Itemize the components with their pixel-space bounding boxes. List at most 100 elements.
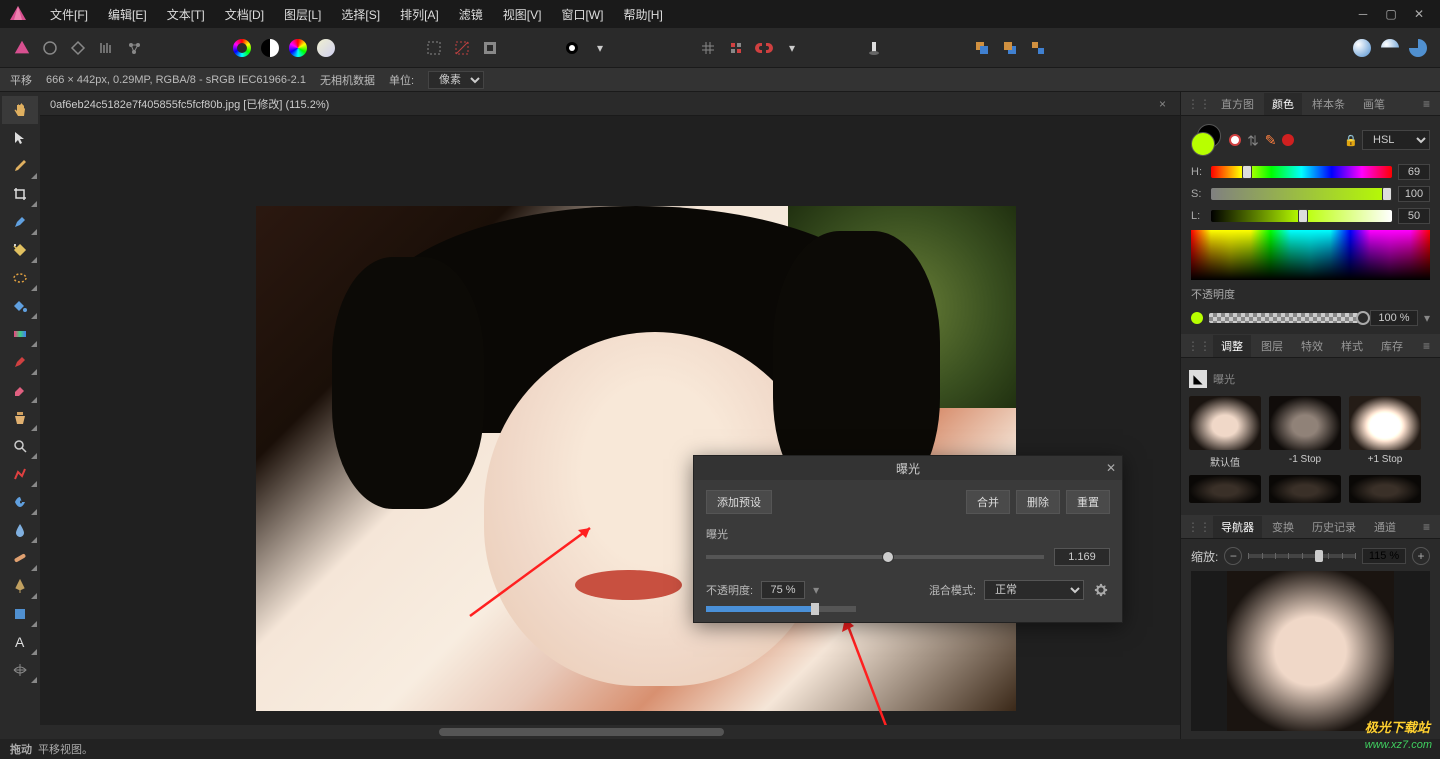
paint-brush-tool[interactable]: [2, 348, 38, 376]
persona-develop-icon[interactable]: [66, 36, 90, 60]
opacity-slider[interactable]: [1209, 313, 1364, 323]
tab-effects[interactable]: 特效: [1293, 335, 1331, 357]
crop-tool[interactable]: [2, 180, 38, 208]
color-spectrum[interactable]: [1191, 230, 1430, 280]
pixel-grid-icon[interactable]: [724, 36, 748, 60]
zoom-out-button[interactable]: −: [1224, 547, 1242, 565]
reset-button[interactable]: 重置: [1066, 490, 1110, 514]
auto-levels-icon[interactable]: [230, 36, 254, 60]
tab-navigator[interactable]: 导航器: [1213, 516, 1262, 538]
pen-tool[interactable]: [2, 572, 38, 600]
marquee-tool[interactable]: [2, 264, 38, 292]
clone-tool[interactable]: [2, 404, 38, 432]
hand-tool[interactable]: [2, 96, 38, 124]
add-circle-icon[interactable]: [1350, 36, 1374, 60]
exposure-value[interactable]: [1054, 548, 1110, 566]
dialog-titlebar[interactable]: 曝光 ✕: [694, 456, 1122, 480]
sat-slider[interactable]: [1211, 188, 1392, 200]
color-picker-tool[interactable]: [2, 152, 38, 180]
intersect-circle-icon[interactable]: [1406, 36, 1430, 60]
tab-stock[interactable]: 库存: [1373, 335, 1411, 357]
tab-transform[interactable]: 变换: [1264, 516, 1302, 538]
panel-menu-icon-2[interactable]: ≡: [1419, 339, 1434, 353]
menu-window[interactable]: 窗口[W]: [551, 2, 613, 27]
menu-view[interactable]: 视图[V]: [493, 2, 552, 27]
preset-plus-1[interactable]: +1 Stop: [1349, 396, 1421, 469]
tab-histogram[interactable]: 直方图: [1213, 93, 1262, 115]
dodge-tool[interactable]: [2, 488, 38, 516]
navigator-thumbnail[interactable]: [1191, 571, 1430, 731]
menu-arrange[interactable]: 排列[A]: [390, 2, 449, 27]
auto-contrast-icon[interactable]: [258, 36, 282, 60]
blend-mode-select[interactable]: 正常: [984, 580, 1084, 600]
zoom-value[interactable]: [1362, 548, 1406, 564]
minimize-button[interactable]: ─: [1356, 7, 1370, 21]
swap-colors-icon[interactable]: ⇄: [1244, 134, 1261, 146]
subtract-circle-icon[interactable]: [1378, 36, 1402, 60]
preset-extra-2[interactable]: [1269, 475, 1341, 507]
exposure-dialog[interactable]: 曝光 ✕ 添加预设 合并 删除 重置 曝光 不透明度: ▾ 混合模式: 正常: [693, 455, 1123, 623]
flood-fill-tool[interactable]: [2, 292, 38, 320]
inpainting-tool[interactable]: [2, 460, 38, 488]
delete-button[interactable]: 删除: [1016, 490, 1060, 514]
eyedropper-icon[interactable]: ✎: [1265, 132, 1277, 149]
text-tool[interactable]: A: [2, 628, 38, 656]
opacity-dropdown-icon[interactable]: ▾: [1424, 311, 1430, 325]
tab-styles[interactable]: 样式: [1333, 335, 1371, 357]
close-button[interactable]: ✕: [1412, 7, 1426, 21]
tab-history[interactable]: 历史记录: [1304, 516, 1364, 538]
exposure-slider[interactable]: [706, 555, 1044, 559]
dialog-gear-icon[interactable]: [1092, 581, 1110, 599]
arrange-front-icon[interactable]: [998, 36, 1022, 60]
arrange-back-icon[interactable]: [970, 36, 994, 60]
panel-menu-icon-3[interactable]: ≡: [1419, 520, 1434, 534]
menu-layer[interactable]: 图层[L]: [274, 2, 331, 27]
nocolor-icon[interactable]: [1229, 134, 1241, 146]
menu-text[interactable]: 文本[T]: [157, 2, 215, 27]
menu-help[interactable]: 帮助[H]: [613, 2, 672, 27]
gradient-tool[interactable]: [2, 320, 38, 348]
shape-tool[interactable]: [2, 600, 38, 628]
dialog-close-button[interactable]: ✕: [1106, 461, 1116, 475]
zoom-in-button[interactable]: +: [1412, 547, 1430, 565]
tab-brushes[interactable]: 画笔: [1355, 93, 1393, 115]
flood-select-tool[interactable]: [2, 236, 38, 264]
mesh-tool[interactable]: [2, 656, 38, 684]
preset-extra-3[interactable]: [1349, 475, 1421, 507]
canvas-viewport[interactable]: [40, 116, 1180, 725]
menu-filters[interactable]: 滤镜: [449, 2, 493, 27]
lock-icon[interactable]: 🔒: [1344, 134, 1358, 147]
zoom-slider[interactable]: [1248, 554, 1356, 558]
grid-icon[interactable]: [696, 36, 720, 60]
add-preset-button[interactable]: 添加预设: [706, 490, 772, 514]
dialog-opacity-value[interactable]: [761, 581, 805, 599]
opacity-value[interactable]: [1370, 310, 1418, 326]
menu-file[interactable]: 文件[F]: [40, 2, 98, 27]
maximize-button[interactable]: ▢: [1384, 7, 1398, 21]
menu-edit[interactable]: 编辑[E]: [98, 2, 157, 27]
snap-dropdown-icon[interactable]: ▾: [780, 36, 804, 60]
healing-tool[interactable]: [2, 544, 38, 572]
document-tab[interactable]: 0af6eb24c5182e7f405855fc5fcf80b.jpg [已修改…: [40, 92, 1180, 116]
zoom-tool[interactable]: [2, 432, 38, 460]
persona-tone-icon[interactable]: [94, 36, 118, 60]
panel-menu-icon[interactable]: ≡: [1419, 97, 1434, 111]
preset-default[interactable]: 默认值: [1189, 396, 1261, 469]
auto-colors-icon[interactable]: [286, 36, 310, 60]
dialog-opacity-slider[interactable]: [706, 606, 856, 612]
sat-value[interactable]: [1398, 186, 1430, 202]
document-tab-close[interactable]: ×: [1155, 97, 1170, 111]
lit-value[interactable]: [1398, 208, 1430, 224]
erase-tool[interactable]: [2, 376, 38, 404]
move-tool[interactable]: [2, 124, 38, 152]
tab-layers[interactable]: 图层: [1253, 335, 1291, 357]
color-swatch-pair[interactable]: [1191, 124, 1223, 156]
quickmask-dropdown-icon[interactable]: ▾: [588, 36, 612, 60]
persona-photo-icon[interactable]: [10, 36, 34, 60]
menu-select[interactable]: 选择[S]: [331, 2, 390, 27]
color-mode-select[interactable]: HSL: [1362, 130, 1430, 150]
selection-brush-tool[interactable]: [2, 208, 38, 236]
quickmask-icon[interactable]: [560, 36, 584, 60]
assistant-icon[interactable]: [862, 36, 886, 60]
lit-slider[interactable]: [1211, 210, 1392, 222]
